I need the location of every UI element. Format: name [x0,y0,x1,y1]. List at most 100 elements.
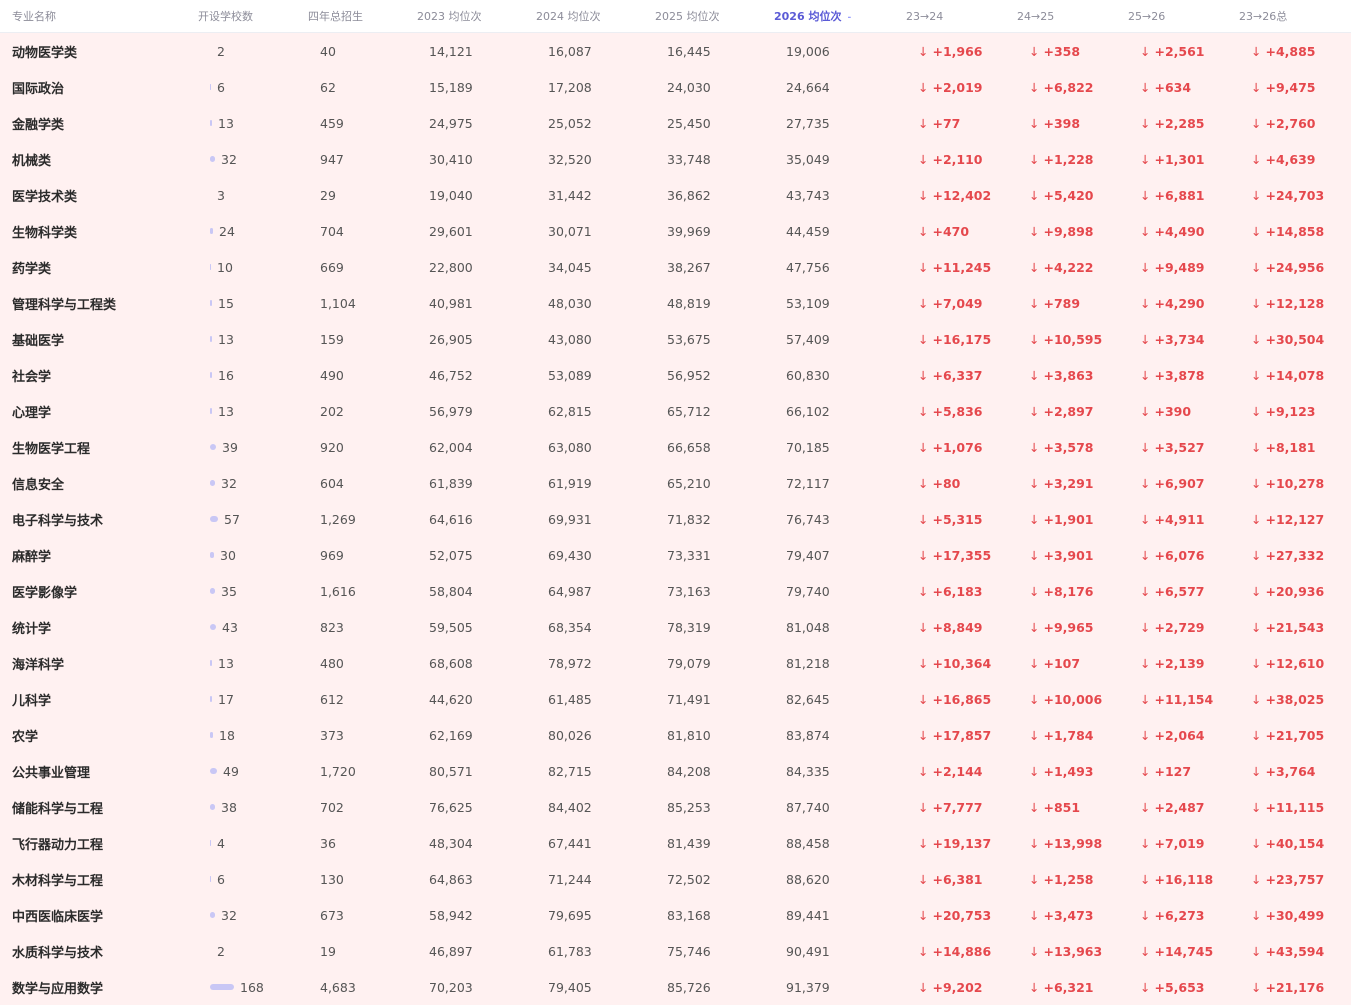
table-row[interactable]: 信息安全 32 604 61,839 61,919 65,210 72,117 ↓ +80 ↓ +3… [0,465,1351,501]
delta-24-25: +10,595 [1043,331,1103,347]
col-header-delta-total[interactable]: 23→26总 [1239,8,1339,24]
school-count-bar [210,984,234,990]
delta-23-24: +9,202 [932,979,983,995]
school-count-cell: 13 [210,116,320,131]
table-row[interactable]: 社会学 16 490 46,752 53,089 56,952 60,830 ↓ +6,337 ↓… [0,357,1351,393]
rank-2025: 24,030 [667,79,711,95]
rank-2023: 15,189 [429,79,473,95]
col-header-rank-2025[interactable]: 2025 均位次 [655,8,774,24]
table-row[interactable]: 生物医学工程 39 920 62,004 63,080 66,658 70,185 ↓ +1,0… [0,429,1351,465]
arrow-down-icon: ↓ [1140,79,1151,95]
delta-24-25: +6,822 [1043,79,1094,95]
major-name: 国际政治 [12,81,65,97]
table-row[interactable]: 统计学 43 823 59,505 68,354 78,319 81,048 ↓ +8,849 ↓… [0,609,1351,645]
rank-2025: 75,746 [667,943,711,959]
rank-2025: 16,445 [667,43,711,59]
delta-23-24-cell: ↓ +6,381 [918,872,1029,887]
table-row[interactable]: 医学技术类 3 29 19,040 31,442 36,862 43,743 ↓ +12,402… [0,177,1351,213]
col-header-total-enroll[interactable]: 四年总招生 [308,8,417,24]
arrow-down-icon: ↓ [1029,439,1040,455]
table-row[interactable]: 金融学类 13 459 24,975 25,052 25,450 27,735 ↓ +77 ↓ +3… [0,105,1351,141]
arrow-down-icon: ↓ [918,475,929,491]
school-count: 6 [217,79,225,95]
arrow-down-icon: ↓ [918,115,929,131]
arrow-down-icon: ↓ [1140,547,1151,563]
arrow-down-icon: ↓ [1029,871,1040,887]
arrow-down-icon: ↓ [918,835,929,851]
table-row[interactable]: 动物医学类 2 40 14,121 16,087 16,445 19,006 ↓ +1,966 ↓… [0,33,1351,69]
table-row[interactable]: 水质科学与技术 2 19 46,897 61,783 75,746 90,491 ↓ +14,8… [0,933,1351,969]
table-row[interactable]: 数学与应用数学 168 4,683 70,203 79,405 85,726 91,379 ↓… [0,969,1351,1005]
delta-23-26-total-cell: ↓ +24,703 [1251,188,1351,203]
major-name: 心理学 [12,405,52,421]
delta-24-25: +9,965 [1043,619,1094,635]
table-row[interactable]: 储能科学与工程 38 702 76,625 84,402 85,253 87,740 ↓ +7,… [0,789,1351,825]
table-row[interactable]: 管理科学与工程类 15 1,104 40,981 48,030 48,819 53,109 ↓… [0,285,1351,321]
delta-23-24-cell: ↓ +19,137 [918,836,1029,851]
school-count: 49 [223,763,239,779]
col-header-delta-23-24[interactable]: 23→24 [906,10,1017,23]
table-row[interactable]: 生物科学类 24 704 29,601 30,071 39,969 44,459 ↓ +470 ↓… [0,213,1351,249]
col-header-schools[interactable]: 开设学校数 [198,8,308,24]
total-enrollment: 969 [320,547,344,563]
arrow-down-icon: ↓ [1140,259,1151,275]
col-header-major[interactable]: 专业名称 [0,8,198,24]
major-name: 木材科学与工程 [12,873,104,889]
delta-25-26: +9,489 [1154,259,1205,275]
rank-2025: 56,952 [667,367,711,383]
delta-23-24-cell: ↓ +80 [918,476,1029,491]
col-header-rank-2024[interactable]: 2024 均位次 [536,8,655,24]
table-row[interactable]: 药学类 10 669 22,800 34,045 38,267 47,756 ↓ +11,245… [0,249,1351,285]
arrow-down-icon: ↓ [1251,115,1262,131]
major-name: 水质科学与技术 [12,945,104,961]
table-row[interactable]: 公共事业管理 49 1,720 80,571 82,715 84,208 84,335 ↓ +2… [0,753,1351,789]
table-row[interactable]: 国际政治 6 62 15,189 17,208 24,030 24,664 ↓ +2,019 ↓ +… [0,69,1351,105]
table-row[interactable]: 农学 18 373 62,169 80,026 81,810 83,874 ↓ +17,857 ↓… [0,717,1351,753]
delta-23-24-cell: ↓ +14,886 [918,944,1029,959]
table-row[interactable]: 麻醉学 30 969 52,075 69,430 73,331 79,407 ↓ +17,355… [0,537,1351,573]
school-count-bar [210,408,212,414]
rank-2023: 64,863 [429,871,473,887]
arrow-down-icon: ↓ [1251,151,1262,167]
col-header-delta-24-25[interactable]: 24→25 [1017,10,1128,23]
rank-2023: 48,304 [429,835,473,851]
delta-24-25: +789 [1043,295,1081,311]
total-enrollment: 1,269 [320,511,356,527]
delta-23-26-total: +27,332 [1265,547,1325,563]
table-row[interactable]: 飞行器动力工程 4 36 48,304 67,441 81,439 88,458 ↓ +19,1… [0,825,1351,861]
table-row[interactable]: 儿科学 17 612 44,620 61,485 71,491 82,645 ↓ +16,865… [0,681,1351,717]
rank-2025: 33,748 [667,151,711,167]
arrow-down-icon: ↓ [1251,79,1262,95]
arrow-down-icon: ↓ [1029,187,1040,203]
school-count-bar [210,696,212,702]
table-row[interactable]: 医学影像学 35 1,616 58,804 64,987 73,163 79,740 ↓ +6,… [0,573,1351,609]
total-enrollment: 29 [320,187,336,203]
col-header-delta-25-26[interactable]: 25→26 [1128,10,1239,23]
table-row[interactable]: 心理学 13 202 56,979 62,815 65,712 66,102 ↓ +5,836 ↓… [0,393,1351,429]
table-row[interactable]: 基础医学 13 159 26,905 43,080 53,675 57,409 ↓ +16,17… [0,321,1351,357]
sort-indicator-icon[interactable]: - [847,13,851,23]
arrow-down-icon: ↓ [1251,943,1262,959]
delta-23-24: +11,245 [932,259,992,275]
arrow-down-icon: ↓ [1140,115,1151,131]
school-count-bar [210,336,212,342]
delta-23-26-total-cell: ↓ +27,332 [1251,548,1351,563]
table-row[interactable]: 电子科学与技术 57 1,269 64,616 69,931 71,832 76,743 ↓ +… [0,501,1351,537]
delta-25-26: +2,139 [1154,655,1205,671]
rank-2026: 24,664 [786,79,830,95]
table-row[interactable]: 海洋科学 13 480 68,608 78,972 79,079 81,218 ↓ +10,36… [0,645,1351,681]
rank-2025: 73,163 [667,583,711,599]
rank-2026: 72,117 [786,475,830,491]
delta-25-26: +5,653 [1154,979,1205,995]
delta-25-26: +2,487 [1154,799,1205,815]
table-row[interactable]: 机械类 32 947 30,410 32,520 33,748 35,049 ↓ +2,110 ↓… [0,141,1351,177]
col-header-rank-2023[interactable]: 2023 均位次 [417,8,536,24]
table-row[interactable]: 木材科学与工程 6 130 64,863 71,244 72,502 88,620 ↓ +6,3… [0,861,1351,897]
col-header-rank-2026[interactable]: 2026 均位次 - [774,8,906,24]
table-row[interactable]: 中西医临床医学 32 673 58,942 79,695 83,168 89,441 ↓ +20… [0,897,1351,933]
arrow-down-icon: ↓ [1029,403,1040,419]
rank-2023: 46,897 [429,943,473,959]
rank-2024: 79,405 [548,979,592,995]
school-count-cell: 6 [210,872,320,887]
rank-2024: 48,030 [548,295,592,311]
